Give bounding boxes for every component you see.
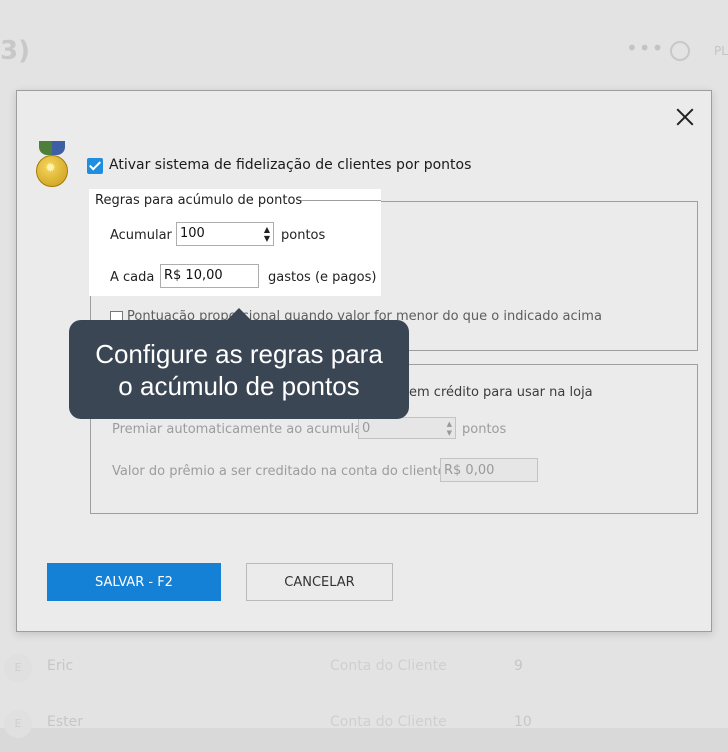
convert-credit-label: em crédito para usar na loja [409,385,593,400]
accumulation-rules-spotlight: Regras para acúmulo de pontos Acumular 1… [89,189,381,296]
avatar: E [4,710,32,738]
close-icon[interactable] [673,105,697,129]
reward-value-input[interactable]: R$ 0,00 [440,458,538,482]
cancel-button[interactable]: CANCELAR [246,563,393,601]
client-account: Conta do Cliente [330,658,447,674]
auto-reward-label: Premiar automaticamente ao acumular [112,422,368,437]
save-button[interactable]: SALVAR - F2 [47,563,221,601]
onboarding-tooltip: Configure as regras para o acúmulo de po… [69,308,409,419]
list-item: E Eric Conta do Cliente 9 [0,640,728,696]
accumulate-label: Acumular [110,228,172,243]
medal-icon: ✹ [35,141,69,191]
accumulate-unit: pontos [281,228,326,243]
enable-loyalty-checkbox[interactable] [87,158,103,174]
list-item: E Ester Conta do Cliente 10 [0,696,728,752]
each-amount-unit: gastos (e pagos) [268,270,377,285]
client-name: Eric [47,658,74,674]
tooltip-line-2: o acúmulo de pontos [118,371,360,401]
reward-value-label: Valor do prêmio a ser creditado na conta… [112,464,446,479]
enable-loyalty-label: Ativar sistema de fidelização de cliente… [109,157,472,173]
background-title: 3) [0,36,30,66]
more-options-icon: ••• [626,36,665,60]
accumulate-points-input[interactable]: 100 ▲ ▼ [176,222,274,246]
tooltip-line-1: Configure as regras para [95,339,383,369]
spinner-arrows-icon[interactable]: ▲ ▼ [447,420,452,438]
group-border [301,200,381,201]
auto-reward-unit: pontos [462,422,507,437]
background-plus-label: PL [714,44,728,58]
each-amount-input[interactable]: R$ 10,00 [160,264,259,288]
client-points: 9 [514,658,523,674]
each-amount-label: A cada [110,270,155,285]
spinner-arrows-icon[interactable]: ▲ ▼ [264,225,270,243]
auto-reward-input[interactable]: 0 ▲ ▼ [358,417,456,439]
avatar: E [4,654,32,682]
help-icon [670,41,690,61]
accumulation-rules-legend: Regras para acúmulo de pontos [95,193,303,208]
